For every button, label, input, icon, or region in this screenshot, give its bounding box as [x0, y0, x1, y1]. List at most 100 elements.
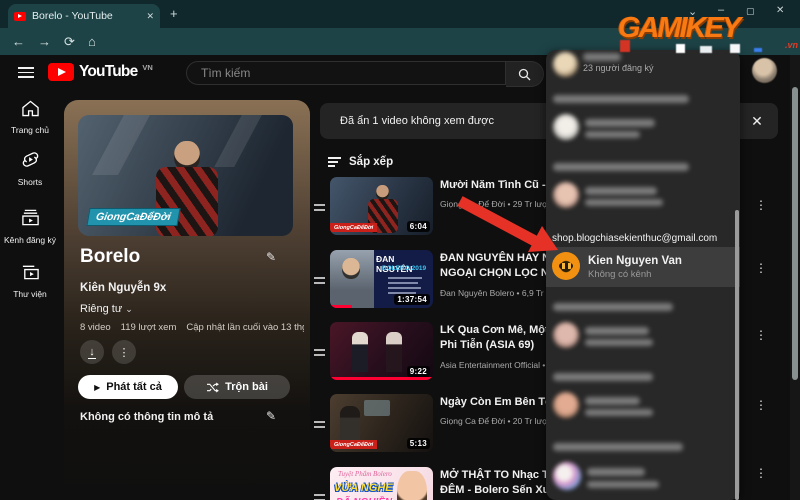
account-subtext: Không có kênh: [588, 269, 652, 280]
edit-title-icon[interactable]: ✎: [266, 250, 276, 264]
watch-progress-bar: [330, 377, 433, 380]
video-thumbnail[interactable]: 9:22: [330, 322, 433, 380]
avatar: [553, 392, 579, 418]
thumbnail-watermark-badge: GiongCaĐểĐời: [330, 223, 378, 232]
window-close-icon[interactable]: ✕: [776, 4, 784, 18]
view-count: 119 lượt xem: [120, 322, 177, 333]
shuffle-icon: [207, 381, 220, 393]
drag-handle[interactable]: [314, 418, 325, 431]
shuffle-label: Trộn bài: [225, 381, 268, 393]
blurred-account-subtext: [585, 409, 653, 416]
drag-handle[interactable]: [314, 346, 325, 359]
menu-hamburger-button[interactable]: [18, 64, 34, 81]
banner-close-icon[interactable]: ✕: [744, 108, 770, 134]
blurred-email: [553, 303, 673, 311]
blurred-account-name: [587, 468, 645, 476]
window-maximize-icon[interactable]: ▢: [746, 4, 755, 18]
avatar: [553, 462, 581, 490]
video-thumbnail[interactable]: GiongCaĐểĐời 5:13: [330, 394, 433, 452]
thumbnail-text: Tuyệt Phẩm Bolero: [338, 470, 392, 478]
window-restore-down-icon[interactable]: ⌄: [688, 5, 697, 19]
home-button[interactable]: ⌂: [88, 28, 96, 55]
account-name: Kien Nguyen Van: [588, 255, 682, 267]
blurred-account-name: [585, 327, 649, 335]
blurred-email: [553, 373, 653, 381]
search-button[interactable]: [506, 61, 544, 87]
sidebar-item-home[interactable]: Trang chủ: [0, 100, 60, 135]
privacy-dropdown[interactable]: Riêng tư ⌄: [80, 303, 133, 315]
window-minimize-icon[interactable]: –: [718, 3, 724, 17]
forward-button[interactable]: →: [38, 28, 51, 55]
play-all-label: Phát tất cả: [106, 381, 162, 393]
video-menu-button[interactable]: ⋮: [755, 466, 767, 480]
video-menu-button[interactable]: ⋮: [755, 198, 767, 212]
download-icon: ↓: [88, 345, 96, 359]
video-menu-button[interactable]: ⋮: [755, 261, 767, 275]
browser-tab-bar: Borelo - YouTube ✕ + ⌄ – ▢ ✕: [0, 0, 800, 28]
reload-button[interactable]: ⟳: [64, 28, 75, 55]
browser-tab[interactable]: Borelo - YouTube ✕: [8, 4, 160, 28]
drag-handle[interactable]: [314, 201, 325, 214]
video-thumbnail[interactable]: Tuyệt Phẩm Bolero VỪA NGHE ĐÃ NGHIỀN: [330, 467, 433, 500]
account-row-active[interactable]: Kien Nguyen Van Không có kênh: [546, 247, 740, 287]
shuffle-button[interactable]: Trộn bài: [184, 375, 290, 399]
drag-handle[interactable]: [314, 491, 325, 500]
playlist-more-button[interactable]: ⋮: [112, 340, 136, 364]
sidebar-item-label: Shorts: [17, 177, 43, 187]
subscriber-count: 23 người đăng ký: [583, 63, 654, 73]
video-title-line1: MỞ THẬT TO Nhạc Trữ: [440, 469, 561, 481]
account-email: shop.blogchiasekienthuc@gmail.com: [552, 233, 718, 244]
blurred-account-subtext: [587, 481, 659, 488]
search-input[interactable]: [199, 65, 493, 81]
video-duration: 1:37:54: [394, 294, 430, 305]
download-button[interactable]: ↓: [80, 340, 104, 364]
home-icon: [21, 100, 39, 117]
playlist-owner[interactable]: Kiên Nguyễn 9x: [80, 282, 166, 294]
edit-description-icon[interactable]: ✎: [266, 409, 276, 423]
no-description-text: Không có thông tin mô tả: [80, 411, 214, 423]
video-title-line2: ĐÊM - Bolero Sến Xưa: [440, 484, 557, 496]
kebab-icon: ⋮: [118, 346, 130, 359]
watch-progress-bar: [330, 305, 352, 308]
sidebar-item-shorts[interactable]: Shorts: [0, 150, 60, 187]
subscriptions-icon: [21, 209, 39, 226]
video-thumbnail[interactable]: ĐAN NGUYÊN BOLERO 2019 1:37:54: [330, 250, 433, 308]
video-title-line2: Phi Tiễn (ASIA 69): [440, 339, 535, 351]
playlist-stats: 8 video 119 lượt xem Cập nhật lần cuối v…: [80, 322, 305, 333]
new-tab-button[interactable]: +: [170, 6, 178, 21]
blurred-account-subtext: [585, 339, 653, 346]
search-icon: [518, 68, 531, 80]
play-all-button[interactable]: ▶ Phát tất cả: [78, 375, 178, 399]
video-duration: 6:04: [406, 221, 430, 232]
video-menu-button[interactable]: ⋮: [755, 398, 767, 412]
avatar: [553, 52, 578, 77]
sidebar-item-subscriptions[interactable]: Kênh đăng ký: [0, 208, 60, 245]
profile-avatar[interactable]: [752, 58, 777, 83]
youtube-country-code: VN: [142, 63, 153, 72]
tab-title: Borelo - YouTube: [32, 10, 113, 22]
thumbnail-text: BOLERO 2019: [382, 265, 427, 272]
page-scrollbar[interactable]: [792, 87, 798, 380]
video-thumbnail[interactable]: GiongCaĐểĐời 6:04: [330, 177, 433, 235]
video-count: 8 video: [80, 322, 111, 333]
search-box[interactable]: [186, 61, 506, 85]
drag-handle[interactable]: [314, 274, 325, 287]
banner-message: Đã ẩn 1 video không xem được: [340, 115, 494, 127]
back-button[interactable]: ←: [12, 28, 25, 55]
sidebar-item-library[interactable]: Thư viện: [0, 262, 60, 299]
youtube-favicon-icon: [14, 11, 26, 21]
panel-scrollbar[interactable]: [735, 210, 739, 500]
video-duration: 5:13: [406, 438, 430, 449]
tab-close-icon[interactable]: ✕: [146, 11, 154, 22]
sort-label: Sắp xếp: [349, 156, 394, 168]
playlist-title: Borelo: [80, 246, 141, 267]
sort-button[interactable]: Sắp xếp: [328, 153, 393, 171]
video-title-line2: NGOẠI CHỌN LỌC NH: [440, 267, 557, 279]
video-menu-button[interactable]: ⋮: [755, 328, 767, 342]
video-duration: 9:22: [406, 366, 430, 377]
last-updated: Cập nhật lần cuối vào 13 thg 3,...: [186, 322, 304, 333]
youtube-logo[interactable]: YouTube VN: [48, 63, 153, 81]
account-switcher-panel: 23 người đăng ký shop.blogchiasekienthuc…: [546, 50, 740, 500]
sort-icon: [328, 154, 341, 169]
playlist-thumbnail[interactable]: GiongCaĐểĐời: [78, 115, 293, 236]
